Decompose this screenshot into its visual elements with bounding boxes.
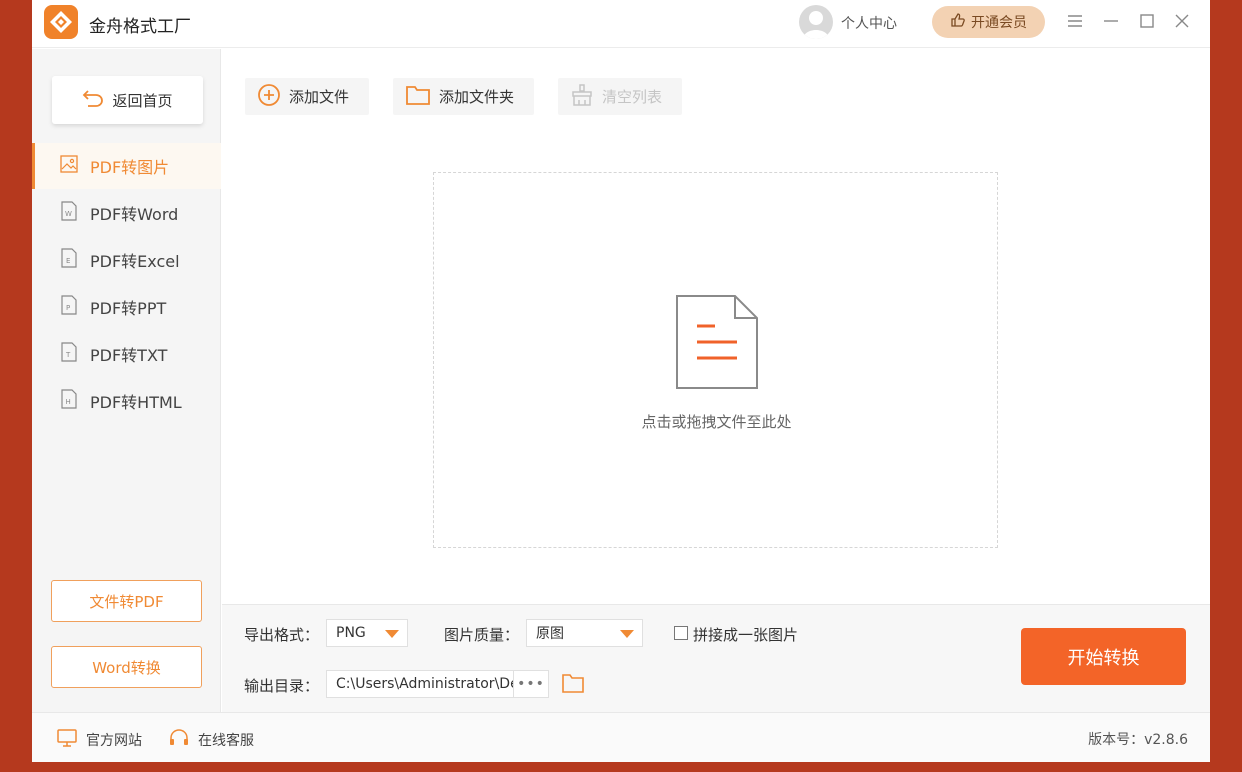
dropdown-caret-icon [620,630,634,638]
drop-hint: 点击或拖拽文件至此处 [641,413,792,431]
word-convert-button[interactable]: Word转换 [51,646,202,688]
clear-list-label: 清空列表 [602,88,663,106]
svg-text:E: E [66,257,70,265]
file-to-pdf-button[interactable]: 文件转PDF [51,580,202,622]
dropdown-caret-icon [385,630,399,638]
ppt-file-icon: P [60,295,78,319]
maximize-icon[interactable] [1135,9,1159,33]
sidebar-item-pdf-to-image[interactable]: PDF转图片 [32,143,221,189]
svg-text:W: W [65,210,72,218]
close-icon[interactable] [1170,9,1194,33]
image-file-icon [60,155,78,177]
format-value: PNG [336,625,366,641]
menu-icon[interactable] [1063,9,1087,33]
clear-list-button[interactable]: 清空列表 [558,78,682,115]
format-label: 导出格式： [244,626,320,644]
broom-icon [570,83,594,111]
quality-select[interactable]: 原图 [526,619,643,647]
sidebar-item-label: PDF转图片 [90,158,170,177]
sidebar-item-pdf-to-word[interactable]: W PDF转Word [32,190,221,236]
monitor-icon [56,728,78,752]
app-title: 金舟格式工厂 [89,17,191,37]
title-bar: 金舟格式工厂 个人中心 开通会员 [32,0,1210,48]
back-home-button[interactable]: 返回首页 [52,76,203,124]
file-drop-zone[interactable]: 点击或拖拽文件至此处 [433,172,998,548]
sidebar-item-label: PDF转Excel [90,252,180,271]
start-convert-button[interactable]: 开始转换 [1021,628,1186,685]
sidebar: 返回首页 PDF转图片 W PDF转Word E PDF转Excel P PDF… [32,49,221,712]
svg-text:P: P [66,304,70,312]
back-home-label: 返回首页 [112,91,173,110]
app-logo-icon [44,5,78,39]
sidebar-item-label: PDF转TXT [90,346,168,365]
headset-icon [168,728,190,752]
footer: 官方网站 在线客服 版本号：v2.8.6 [32,712,1210,762]
online-service-link[interactable]: 在线客服 [168,728,254,752]
sidebar-item-pdf-to-txt[interactable]: T PDF转TXT [32,331,221,377]
sidebar-item-pdf-to-html[interactable]: H PDF转HTML [32,378,221,424]
merge-label: 拼接成一张图片 [693,626,799,644]
output-path-input[interactable]: C:\Users\Administrator\Desktop [326,670,514,698]
browse-more-button[interactable]: ••• [513,670,549,698]
word-file-icon: W [60,201,78,225]
add-folder-button[interactable]: 添加文件夹 [393,78,534,115]
plus-circle-icon [257,83,281,111]
official-site-link[interactable]: 官方网站 [56,728,142,752]
version-text: 版本号：v2.8.6 [1088,732,1188,748]
quality-label: 图片质量： [444,626,520,644]
format-select[interactable]: PNG [326,619,408,647]
open-folder-icon[interactable] [561,672,585,698]
user-center-link[interactable]: 个人中心 [841,13,897,33]
minimize-icon[interactable] [1099,9,1123,33]
official-site-label: 官方网站 [86,733,142,749]
merge-checkbox[interactable] [674,626,688,640]
txt-file-icon: T [60,342,78,366]
quality-value: 原图 [536,626,564,642]
html-file-icon: H [60,389,78,413]
add-file-label: 添加文件 [289,88,350,106]
sidebar-item-pdf-to-ppt[interactable]: P PDF转PPT [32,284,221,330]
sidebar-item-label: PDF转HTML [90,393,182,412]
app-window: 金舟格式工厂 个人中心 开通会员 返回首页 PDF转图片 W PDF转Word … [32,0,1210,762]
thumbs-up-icon [950,12,966,32]
svg-text:H: H [66,398,71,406]
output-label: 输出目录： [244,677,320,695]
sidebar-item-label: PDF转PPT [90,299,167,318]
vip-label: 开通会员 [971,15,1027,31]
folder-icon [405,83,431,111]
add-file-button[interactable]: 添加文件 [245,78,369,115]
sidebar-item-pdf-to-excel[interactable]: E PDF转Excel [32,237,221,283]
document-icon [675,294,759,394]
back-arrow-icon [82,88,104,112]
avatar[interactable] [799,5,833,39]
svg-text:T: T [65,351,71,359]
online-service-label: 在线客服 [198,733,254,749]
sidebar-item-label: PDF转Word [90,205,179,224]
vip-button[interactable]: 开通会员 [932,6,1045,38]
excel-file-icon: E [60,248,78,272]
add-folder-label: 添加文件夹 [439,88,515,106]
